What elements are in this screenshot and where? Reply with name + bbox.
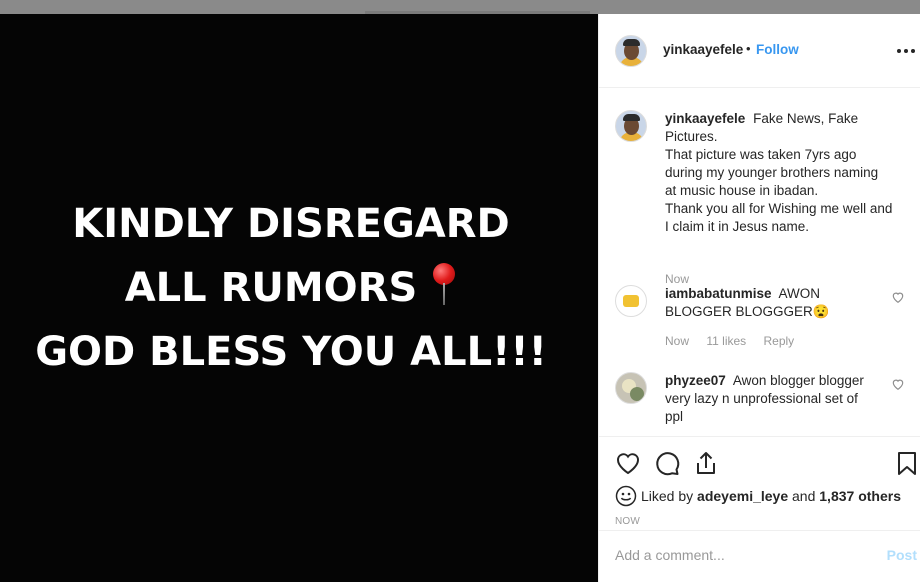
comment-1-body: iambabatunmise AWON BLOGGER BLOGGGER😧 [665, 285, 905, 321]
post-image-text: KINDLY DISREGARD ALL RUMORS GOD BLESS YO… [0, 192, 582, 384]
post-text-line-1: KINDLY DISREGARD [72, 201, 510, 247]
follow-button[interactable]: Follow [756, 42, 799, 57]
post-text-line-2-text: ALL RUMORS [124, 265, 418, 311]
comment-1-text-1: AWON [778, 286, 821, 301]
comment-1-meta: Now 11 likes Reply [665, 334, 808, 348]
comment-1-time[interactable]: Now [665, 334, 689, 348]
more-options-icon[interactable] [897, 36, 917, 56]
comment-2-heart-icon[interactable] [891, 377, 905, 391]
add-comment-bar: Add a comment... Post [599, 530, 920, 582]
header-username[interactable]: yinkaayefele [663, 42, 743, 57]
bookmark-icon[interactable] [893, 449, 920, 477]
caption-line-4: during my younger brothers naming [665, 165, 879, 180]
likes-user[interactable]: adeyemi_leye [697, 488, 788, 504]
post-text-line-2: ALL RUMORS [0, 256, 582, 320]
comment-1-heart-icon[interactable] [891, 290, 905, 304]
likes-conj: and [792, 488, 816, 504]
post-image[interactable]: KINDLY DISREGARD ALL RUMORS GOD BLESS YO… [0, 14, 598, 582]
likes-count[interactable]: 1,837 others [819, 488, 901, 504]
comment-2-text-2: very lazy n unprofessional set of [665, 391, 858, 406]
round-pushpin-icon [431, 263, 457, 307]
likes-summary: Liked by adeyemi_leye and 1,837 others [615, 485, 901, 507]
caption-time[interactable]: Now [665, 272, 689, 286]
caption-avatar[interactable] [615, 110, 647, 142]
post-header: yinkaayefele • Follow [599, 14, 920, 88]
caption-line-5: at music house in ibadan. [665, 183, 819, 198]
header-separator: • [746, 41, 751, 56]
comment-2-text-1: Awon blogger blogger [732, 373, 864, 388]
post-timestamp[interactable]: NOW [615, 516, 640, 527]
caption-line-1: Fake News, Fake [753, 111, 859, 126]
add-comment-input[interactable]: Add a comment... [615, 547, 865, 563]
heart-icon[interactable] [614, 449, 642, 477]
caption-line-3: That picture was taken 7yrs ago [665, 147, 857, 162]
comment-2-username[interactable]: phyzee07 [665, 373, 726, 388]
comment-2-body: phyzee07 Awon blogger blogger very lazy … [665, 372, 905, 426]
browser-top-strip [0, 0, 920, 14]
likes-prefix: Liked by [641, 488, 694, 504]
caption-body: yinkaayefele Fake News, Fake Pictures. T… [665, 110, 905, 236]
comments-list: yinkaayefele Fake News, Fake Pictures. T… [599, 89, 920, 436]
post-sidebar: yinkaayefele • Follow yinkaayefele Fake … [598, 14, 920, 582]
caption-line-2: Pictures. [665, 129, 718, 144]
caption-line-7: I claim it in Jesus name. [665, 219, 810, 234]
smiley-face-icon [615, 485, 637, 507]
caption-username[interactable]: yinkaayefele [665, 111, 745, 126]
comment-1-avatar[interactable] [615, 285, 647, 317]
comment-1-text-2: BLOGGER BLOGGGER😧 [665, 304, 830, 319]
comment-2-text-3: ppl [665, 409, 684, 424]
post-comment-button[interactable]: Post [887, 547, 917, 563]
caption-line-6: Thank you all for Wishing me well and [665, 201, 893, 216]
comment-1-username[interactable]: iambabatunmise [665, 286, 772, 301]
comment-1-reply-button[interactable]: Reply [764, 334, 795, 348]
comment-2-avatar[interactable] [615, 372, 647, 404]
caption-meta: Now [665, 272, 703, 286]
comment-icon[interactable] [653, 449, 681, 477]
comment-1-likes[interactable]: 11 likes [706, 334, 746, 348]
post-text-line-3: GOD BLESS YOU ALL!!! [35, 329, 547, 375]
share-icon[interactable] [692, 449, 720, 477]
avatar[interactable] [615, 35, 647, 67]
